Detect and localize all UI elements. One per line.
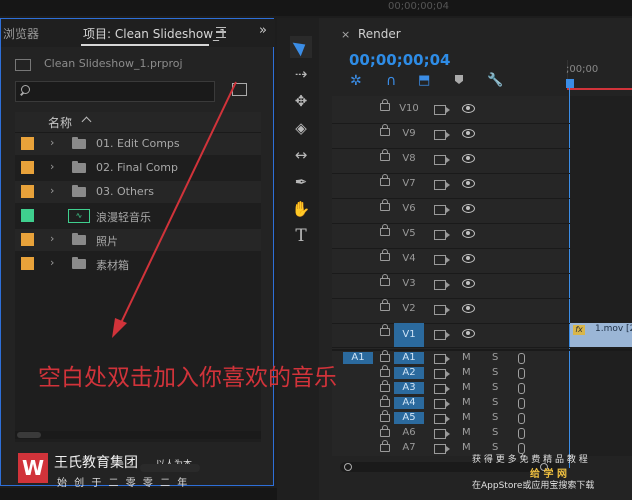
watermark-brand: 王氏教育集团 [54,455,138,471]
instruction-overlay-text: 空白处双击加入你喜欢的音乐 [38,365,337,391]
watermark-right-line3: 在AppStore或应用宝搜索下载 [472,481,595,491]
mini-zoom-slider [140,464,200,472]
watermark-subtitle: 始 创 于 二 零 零 二 年 [57,478,190,489]
watermark-logo: W [18,453,48,483]
watermark-right-line1: 获 得 更 多 免 费 精 品 教 程 [472,455,588,465]
bottom-strip [0,488,277,500]
red-arrow-annotation [112,81,237,338]
